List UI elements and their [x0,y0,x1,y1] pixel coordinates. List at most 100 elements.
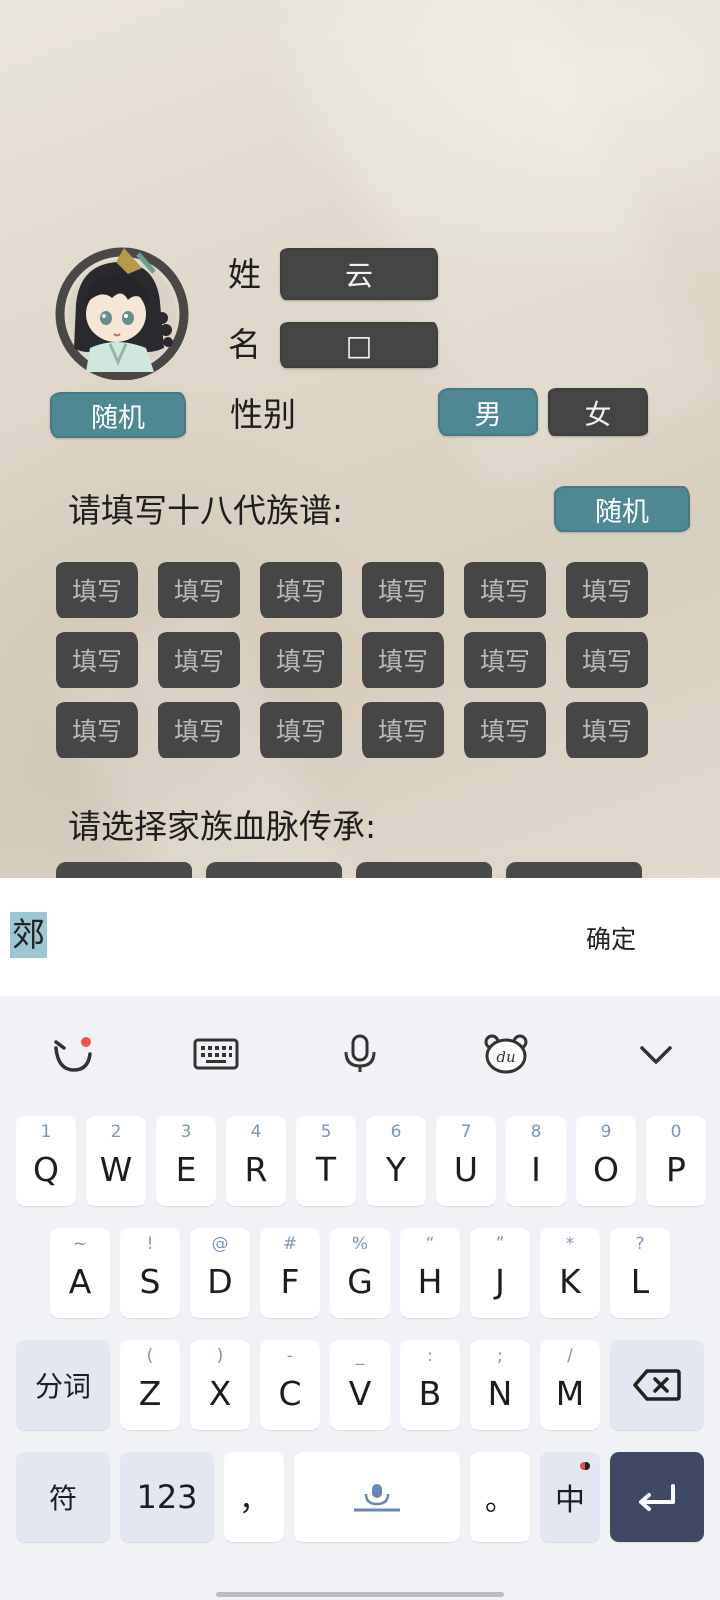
character-avatar[interactable] [46,244,194,381]
key-k[interactable]: * K [540,1228,600,1318]
key-e[interactable]: 3E [156,1116,216,1206]
key-hint: _ [355,1346,365,1366]
genealogy-prompt: 请填写十八代族谱: [68,491,344,530]
key-q[interactable]: 1Q [16,1116,76,1206]
key-l[interactable]: ? L [610,1228,670,1318]
key-s[interactable]: ! S [120,1228,180,1318]
key-c[interactable]: -C [260,1340,320,1430]
key-letter: Q [33,1150,59,1189]
comma-key[interactable]: ， [224,1452,284,1542]
genealogy-slot[interactable]: 填写 [260,562,342,618]
du-bear-icon[interactable]: du [482,1034,530,1074]
key-hint: 0 [670,1122,682,1142]
genealogy-slot[interactable]: 填写 [158,562,240,618]
confirm-button[interactable]: 确定 [586,920,636,956]
key-v[interactable]: _ V [330,1340,390,1430]
key-m[interactable]: / M [540,1340,600,1430]
genealogy-slot[interactable]: 填写 [56,702,138,758]
genealogy-slot[interactable]: 填写 [260,632,342,688]
key-z[interactable]: (Z [120,1340,180,1430]
bloodline-option[interactable] [506,862,642,878]
space-key[interactable] [294,1452,460,1542]
home-indicator[interactable] [216,1592,504,1597]
genealogy-slot[interactable]: 填写 [566,562,648,618]
bloodline-option[interactable] [356,862,492,878]
key-g[interactable]: % G [330,1228,390,1318]
genealogy-slot[interactable]: 填写 [158,702,240,758]
microphone-icon[interactable] [336,1034,384,1074]
random-avatar-button[interactable]: 随机 [50,392,186,438]
key-letter: V [348,1374,372,1413]
key-j[interactable]: ” J [470,1228,530,1318]
key-letter: L [630,1262,650,1301]
keyboard-icon[interactable] [192,1034,240,1074]
key-u[interactable]: 7U [436,1116,496,1206]
genealogy-slot[interactable]: 填写 [464,562,546,618]
key-hint: ( [146,1346,154,1366]
key-letter: B [418,1374,442,1413]
collapse-keyboard-icon[interactable] [632,1034,680,1074]
bloodline-option[interactable] [56,862,192,878]
genealogy-random-button[interactable]: 随机 [554,486,690,532]
key-hint: - [286,1346,294,1366]
bloodline-option[interactable] [206,862,342,878]
genealogy-slot[interactable]: 填写 [56,632,138,688]
key-n[interactable]: ; N [470,1340,530,1430]
numbers-key[interactable]: 123 [120,1452,214,1542]
key-hint: ; [497,1346,503,1366]
key-hint: # [282,1234,298,1254]
key-h[interactable]: “H [400,1228,460,1318]
key-p[interactable]: 0P [646,1116,706,1206]
ime-candidate-bar: 郊 确定 [0,878,720,996]
genealogy-slot[interactable]: 填写 [56,562,138,618]
key-f[interactable]: # F [260,1228,320,1318]
genealogy-slot[interactable]: 填写 [566,702,648,758]
period-key[interactable]: 。 [470,1452,530,1542]
surname-field[interactable]: 云 [280,248,438,300]
key-letter: F [280,1262,300,1301]
key-letter: W [99,1150,133,1189]
genealogy-slot[interactable]: 填写 [464,702,546,758]
genealogy-slot[interactable]: 填写 [362,562,444,618]
candidate-word[interactable]: 郊 [10,912,47,958]
key-letter: C [278,1374,302,1413]
key-hint: * [565,1234,575,1254]
key-hint: 3 [180,1122,192,1142]
genealogy-slot[interactable]: 填写 [158,632,240,688]
language-toggle-key[interactable]: 中 [540,1452,600,1542]
given-name-field[interactable]: □ [280,322,438,368]
key-hint: / [567,1346,573,1366]
symbol-key[interactable]: 符 [16,1452,110,1542]
key-b[interactable]: :B [400,1340,460,1430]
key-i[interactable]: 8I [506,1116,566,1206]
key-letter: X [208,1374,232,1413]
segment-key[interactable]: 分词 [16,1340,110,1430]
key-x[interactable]: ) X [190,1340,250,1430]
key-w[interactable]: 2W [86,1116,146,1206]
key-hint: % [351,1234,369,1254]
gender-female-button[interactable]: 女 [548,388,648,436]
genealogy-slot[interactable]: 填写 [362,632,444,688]
key-hint: : [427,1346,433,1366]
backspace-icon [633,1369,681,1401]
genealogy-slot[interactable]: 填写 [260,702,342,758]
enter-key[interactable] [610,1452,704,1542]
key-a[interactable]: ~ A [50,1228,110,1318]
key-letter: M [555,1374,585,1413]
key-t[interactable]: 5T [296,1116,356,1206]
key-o[interactable]: 9O [576,1116,636,1206]
genealogy-slot[interactable]: 填写 [566,632,648,688]
genealogy-slot[interactable]: 填写 [362,702,444,758]
backspace-key[interactable] [610,1340,704,1430]
key-hint: 2 [110,1122,122,1142]
space-mic-icon [354,1484,400,1512]
key-d[interactable]: @ D [190,1228,250,1318]
emoji-icon[interactable] [48,1034,96,1074]
key-r[interactable]: 4R [226,1116,286,1206]
key-letter: P [666,1150,686,1189]
genealogy-slot[interactable]: 填写 [464,632,546,688]
key-y[interactable]: 6Y [366,1116,426,1206]
key-letter: A [68,1262,92,1301]
key-hint: 6 [390,1122,402,1142]
gender-male-button[interactable]: 男 [438,388,538,436]
